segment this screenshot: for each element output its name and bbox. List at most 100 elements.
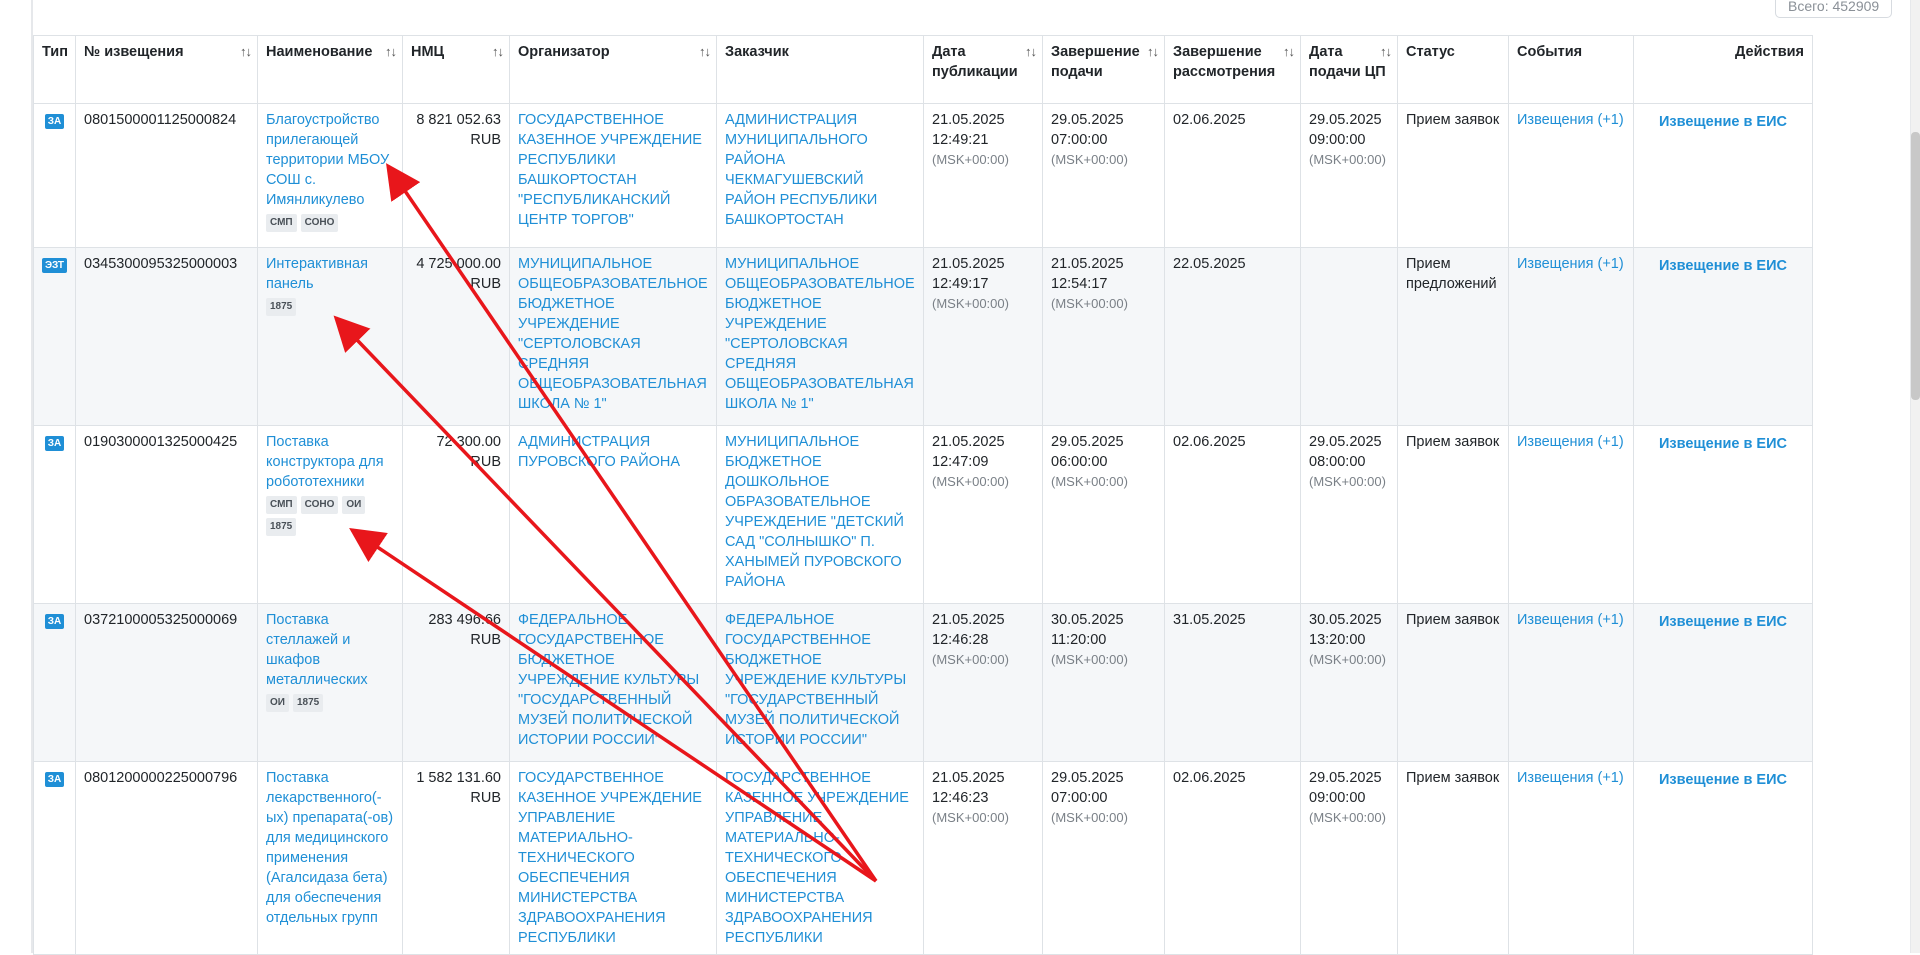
organizer-link[interactable]: ГОСУДАРСТВЕННОЕ КАЗЕННОЕ УЧРЕЖДЕНИЕ РЕСП…	[518, 112, 702, 228]
cell-cp-date: 29.05.2025 09:00:00 (MSK+00:00)	[1300, 761, 1398, 955]
timezone-label: (MSK+00:00)	[1309, 810, 1386, 825]
eis-notice-link[interactable]: Извещение в ЕИС	[1659, 770, 1787, 790]
column-header-label: События	[1517, 44, 1583, 60]
column-header[interactable]: Наименование ↑↓	[257, 35, 403, 104]
tags-list: ОИ 1875	[266, 694, 394, 712]
cell-status: Прием заявок	[1397, 103, 1509, 248]
sort-icon[interactable]: ↑↓	[492, 42, 504, 62]
notice-name-link[interactable]: Благоустройство прилегающей территории М…	[266, 112, 389, 208]
date-value: 29.05.2025	[1051, 434, 1124, 450]
table-row[interactable]: ЭЗТ 0345300095325000003 Интерактивная па…	[33, 247, 1813, 426]
organizer-link[interactable]: МУНИЦИПАЛЬНОЕ ОБЩЕОБРАЗОВАТЕЛЬНОЕ БЮДЖЕТ…	[518, 256, 708, 412]
column-header[interactable]: Организатор ↑↓	[509, 35, 717, 104]
timezone-label: (MSK+00:00)	[1309, 152, 1386, 167]
eis-notice-link[interactable]: Извещение в ЕИС	[1659, 112, 1787, 132]
column-header[interactable]: № извещения ↑↓	[75, 35, 258, 104]
customer-link[interactable]: ФЕДЕРАЛЬНОЕ ГОСУДАРСТВЕННОЕ БЮДЖЕТНОЕ УЧ…	[725, 612, 906, 748]
cell-actions: Извещение в ЕИС	[1633, 103, 1813, 248]
table-row[interactable]: ЗА 0372100005325000069 Поставка стеллаже…	[33, 603, 1813, 762]
table-row[interactable]: ЗА 0801200000225000796 Поставка лекарств…	[33, 761, 1813, 955]
price-value: 1 582 131.60	[416, 770, 501, 786]
cell-number: 0801200000225000796	[75, 761, 258, 955]
events-link[interactable]: Извещения (+1)	[1517, 256, 1624, 272]
column-header-label: Организатор	[518, 44, 610, 60]
timezone-label: (MSK+00:00)	[932, 296, 1009, 311]
customer-link[interactable]: МУНИЦИПАЛЬНОЕ БЮДЖЕТНОЕ ДОШКОЛЬНОЕ ОБРАЗ…	[725, 434, 904, 590]
date-value: 21.05.2025	[932, 770, 1005, 786]
column-header[interactable]: Завершение подачи ↑↓	[1042, 35, 1165, 104]
timezone-label: (MSK+00:00)	[1309, 652, 1386, 667]
status-text: Прием заявок	[1406, 770, 1500, 786]
time-value: 07:00:00	[1051, 132, 1108, 148]
sort-icon[interactable]: ↑↓	[1147, 42, 1159, 62]
notice-name-link[interactable]: Поставка конструктора для робототехники	[266, 434, 384, 490]
date-value: 29.05.2025	[1309, 112, 1382, 128]
date-value: 30.05.2025	[1309, 612, 1382, 628]
column-header[interactable]: Завершение рассмотрения ↑↓	[1164, 35, 1301, 104]
currency-label: RUB	[470, 632, 501, 648]
currency-label: RUB	[470, 454, 501, 470]
cell-type: ЗА	[33, 103, 76, 248]
timezone-label: (MSK+00:00)	[932, 810, 1009, 825]
time-value: 13:20:00	[1309, 632, 1366, 648]
date-value: 29.05.2025	[1309, 770, 1382, 786]
cell-price: 8 821 052.63 RUB	[402, 103, 510, 248]
notice-name-link[interactable]: Поставка стеллажей и шкафов металлически…	[266, 612, 368, 688]
cell-events: Извещения (+1)	[1508, 103, 1634, 248]
date-value: 29.05.2025	[1051, 112, 1124, 128]
column-header[interactable]: Дата подачи ЦП ↑↓	[1300, 35, 1398, 104]
review-date: 02.06.2025	[1173, 434, 1246, 450]
timezone-label: (MSK+00:00)	[1309, 474, 1386, 489]
cell-price: 72 300.00 RUB	[402, 425, 510, 604]
customer-link[interactable]: МУНИЦИПАЛЬНОЕ ОБЩЕОБРАЗОВАТЕЛЬНОЕ БЮДЖЕТ…	[725, 256, 915, 412]
cell-type: ЗА	[33, 761, 76, 955]
organizer-link[interactable]: ФЕДЕРАЛЬНОЕ ГОСУДАРСТВЕННОЕ БЮДЖЕТНОЕ УЧ…	[518, 612, 699, 748]
feature-tag: 1875	[266, 298, 297, 316]
date-value: 30.05.2025	[1051, 612, 1124, 628]
eis-notice-link[interactable]: Извещение в ЕИС	[1659, 612, 1787, 632]
column-header-label: Завершение рассмотрения	[1173, 44, 1276, 80]
cell-actions: Извещение в ЕИС	[1633, 603, 1813, 762]
events-link[interactable]: Извещения (+1)	[1517, 612, 1624, 628]
events-link[interactable]: Извещения (+1)	[1517, 434, 1624, 450]
notice-number: 0801200000225000796	[84, 770, 238, 786]
sort-icon[interactable]: ↑↓	[240, 42, 252, 62]
notice-name-link[interactable]: Поставка лекарственного(-ых) препарата(-…	[266, 770, 393, 926]
sort-icon[interactable]: ↑↓	[1380, 42, 1392, 62]
sort-icon[interactable]: ↑↓	[1025, 42, 1037, 62]
column-header[interactable]: НМЦ ↑↓	[402, 35, 510, 104]
time-value: 09:00:00	[1309, 790, 1366, 806]
table-row[interactable]: ЗА 0801500001125000824 Благоустройство п…	[33, 103, 1813, 248]
notice-number: 0372100005325000069	[84, 612, 238, 628]
scrollbar-thumb[interactable]	[1911, 132, 1920, 400]
cell-type: ЗА	[33, 603, 76, 762]
sort-icon[interactable]: ↑↓	[385, 42, 397, 62]
table-header: Тип № извещения ↑↓ Наименование ↑↓ НМЦ ↑↓ Орган…	[33, 35, 1813, 104]
cell-cp-date: 29.05.2025 09:00:00 (MSK+00:00)	[1300, 103, 1398, 248]
customer-link[interactable]: АДМИНИСТРАЦИЯ МУНИЦИПАЛЬНОГО РАЙОНА ЧЕКМ…	[725, 112, 877, 228]
eis-notice-link[interactable]: Извещение в ЕИС	[1659, 434, 1787, 454]
cell-number: 0190300001325000425	[75, 425, 258, 604]
table-row[interactable]: ЗА 0190300001325000425 Поставка конструк…	[33, 425, 1813, 604]
currency-label: RUB	[470, 790, 501, 806]
customer-link[interactable]: ГОСУДАРСТВЕННОЕ КАЗЕННОЕ УЧРЕЖДЕНИЕ УПРА…	[725, 770, 909, 946]
feature-tag: 1875	[266, 518, 297, 536]
date-value: 21.05.2025	[932, 256, 1005, 272]
sort-icon[interactable]: ↑↓	[699, 42, 711, 62]
status-text: Прием предложений	[1406, 256, 1497, 292]
column-header-label: Завершение подачи	[1051, 44, 1140, 80]
time-value: 12:46:28	[932, 632, 989, 648]
review-date: 02.06.2025	[1173, 112, 1246, 128]
eis-notice-link[interactable]: Извещение в ЕИС	[1659, 256, 1787, 276]
organizer-link[interactable]: АДМИНИСТРАЦИЯ ПУРОВСКОГО РАЙОНА	[518, 434, 680, 470]
notice-name-link[interactable]: Интерактивная панель	[266, 256, 368, 292]
time-value: 06:00:00	[1051, 454, 1108, 470]
column-header[interactable]: Дата публикации ↑↓	[923, 35, 1043, 104]
events-link[interactable]: Извещения (+1)	[1517, 112, 1624, 128]
timezone-label: (MSK+00:00)	[932, 474, 1009, 489]
time-value: 12:49:17	[932, 276, 989, 292]
sort-icon[interactable]: ↑↓	[1283, 42, 1295, 62]
timezone-label: (MSK+00:00)	[1051, 152, 1128, 167]
organizer-link[interactable]: ГОСУДАРСТВЕННОЕ КАЗЕННОЕ УЧРЕЖДЕНИЕ УПРА…	[518, 770, 702, 946]
events-link[interactable]: Извещения (+1)	[1517, 770, 1624, 786]
